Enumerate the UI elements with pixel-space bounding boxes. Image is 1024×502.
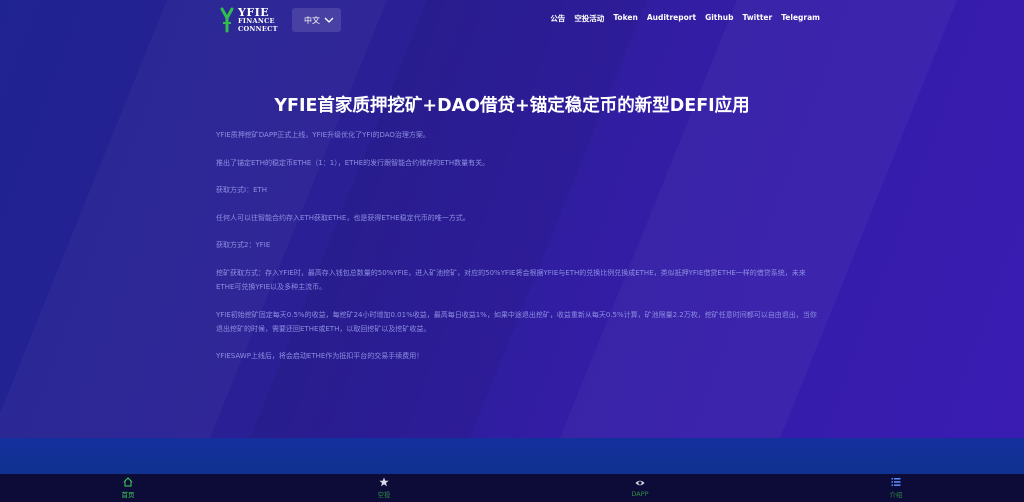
intro-paragraph: 任何人可以往智能合约存入ETH获取ETHE，也是获得ETHE稳定代币的唯一方式。 — [216, 213, 470, 222]
tab-intro-label: 介绍 — [889, 491, 903, 499]
eye-icon — [635, 480, 645, 486]
logo-text-line3: CONNECT — [238, 24, 278, 33]
intro-paragraph: YFIE初始挖矿固定每天0.5%的收益，每挖矿24小时增加0.01%收益，最高每… — [216, 310, 817, 333]
intro-paragraph: 获取方式I：ETH — [216, 186, 268, 195]
yfie-logo[interactable]: YFIE FINANCE CONNECT — [219, 6, 283, 34]
tab-airdrop-label: 空投 — [377, 491, 391, 499]
tab-intro[interactable]: 介绍 — [768, 474, 1024, 502]
intro-paragraph: YFIE质押挖矿DAPP正式上线，YFIE升级优化了YFI的DAO治理方案。 — [216, 131, 430, 139]
top-header: YFIE FINANCE CONNECT 中文 公告 空投活动 Token Au… — [0, 0, 1024, 40]
intro-paragraph: YFIESAWP上线后，将会启动ETHE作为抵扣平台的交易手续费用！ — [216, 352, 424, 361]
bottom-tab-bar: 首页 空投 DAPP 介绍 — [0, 474, 1024, 502]
tab-dapp-label: DAPP — [631, 490, 649, 498]
language-label: 中文 — [304, 15, 320, 25]
nav-link-auditreport[interactable]: Auditreport — [647, 13, 696, 24]
nav-link-twitter[interactable]: Twitter — [742, 13, 772, 24]
home-icon — [123, 477, 133, 487]
list-icon — [891, 478, 901, 486]
star-icon — [379, 477, 389, 487]
tab-home-label: 首页 — [121, 491, 135, 499]
chevron-down-icon — [324, 17, 334, 23]
top-nav: 公告 空投活动 Token Auditreport Github Twitter… — [550, 13, 820, 24]
intro-paragraph: 挖矿获取方式：存入YFIE时，最高存入钱包总数量的50%YFIE，进入矿池挖矿，… — [216, 268, 806, 291]
tab-airdrop[interactable]: 空投 — [256, 474, 512, 502]
nav-link-token[interactable]: Token — [613, 13, 638, 24]
intro-paragraph: 获取方式2：YFIE — [216, 241, 271, 250]
nav-link-github[interactable]: Github — [705, 13, 733, 24]
nav-link-airdrop[interactable]: 空投活动 — [574, 13, 604, 24]
logo-wordmark: YFIE FINANCE CONNECT — [238, 7, 278, 33]
intro-paragraph: 推出了锚定ETH的稳定币ETHE（1：1），ETHE的发行跟智能合约储存的ETH… — [216, 158, 490, 167]
yfie-logo-icon — [220, 7, 234, 33]
page-title: YFIE首家质押挖矿+DAO借贷+锚定稳定币的新型DEFI应用 — [274, 96, 750, 116]
footer-band — [0, 438, 1024, 474]
nav-link-telegram[interactable]: Telegram — [781, 13, 820, 24]
tab-dapp[interactable]: DAPP — [512, 474, 768, 502]
nav-link-announcement[interactable]: 公告 — [550, 13, 565, 24]
intro-content: YFIE质押挖矿DAPP正式上线，YFIE升级优化了YFI的DAO治理方案。 推… — [216, 128, 820, 377]
tab-home[interactable]: 首页 — [0, 474, 256, 502]
language-selector[interactable]: 中文 — [292, 8, 341, 32]
